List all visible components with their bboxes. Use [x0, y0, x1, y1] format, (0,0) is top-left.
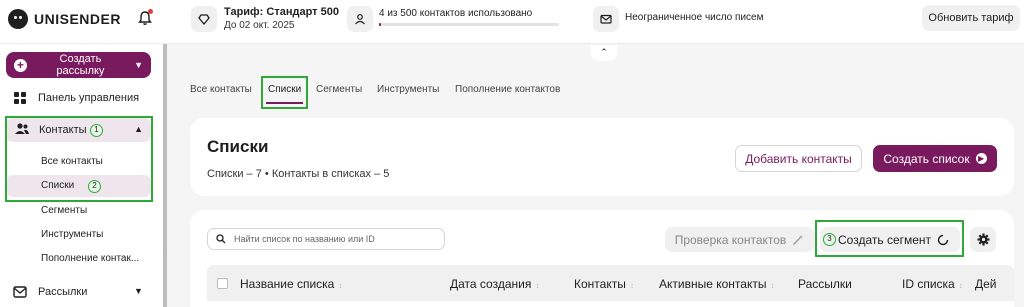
contacts-usage-chip[interactable] — [347, 6, 373, 32]
grid-icon — [12, 90, 28, 106]
sort-icon: ↕ — [958, 281, 963, 290]
sidebar-sub-tools[interactable]: Инструменты — [41, 229, 103, 240]
chevron-down-icon: ▼ — [134, 60, 143, 70]
tab-all-contacts[interactable]: Все контакты — [190, 84, 252, 95]
sort-icon: ↕ — [629, 281, 634, 290]
add-contacts-button[interactable]: Добавить контакты — [735, 145, 862, 172]
chevron-down-icon: ▼ — [134, 286, 143, 296]
sidebar-item-label: Рассылки — [38, 286, 88, 298]
logo-icon — [8, 9, 28, 29]
check-contacts-button[interactable]: Проверка контактов — [665, 227, 814, 252]
tab-tools[interactable]: Инструменты — [377, 84, 439, 95]
column-header-active-contacts[interactable]: Активные контакты ↕ — [659, 277, 774, 291]
annotation-highlight-contacts — [5, 116, 153, 202]
arrow-right-icon: ▶ — [975, 153, 987, 164]
column-label: Активные контакты — [659, 277, 767, 291]
logo[interactable]: UNISENDER — [8, 9, 121, 29]
tariff-title[interactable]: Тариф: Стандарт 500 — [224, 6, 339, 18]
column-header-contacts[interactable]: Контакты ↕ — [574, 277, 634, 291]
column-header-name[interactable]: Название списка ↕ — [240, 277, 342, 291]
logo-text: UNISENDER — [34, 11, 121, 27]
sidebar-item-dashboard[interactable]: Панель управления — [12, 90, 139, 106]
search-input[interactable] — [234, 234, 424, 244]
person-icon — [355, 14, 365, 25]
column-label: Контакты — [574, 277, 626, 291]
step-badge-2: 2 — [88, 180, 101, 193]
sidebar-item-label: Панель управления — [38, 92, 140, 104]
step-badge-1: 1 — [90, 124, 103, 137]
select-all-checkbox[interactable] — [217, 278, 228, 289]
contacts-usage-fill — [379, 23, 381, 26]
annotation-highlight-lists-tab — [261, 76, 308, 109]
tab-replenish[interactable]: Пополнение контактов — [455, 84, 560, 95]
column-header-mailings[interactable]: Рассылки — [798, 277, 852, 291]
column-label: Дей — [975, 277, 997, 291]
page-title: Списки — [207, 137, 269, 156]
column-label: Название списка — [240, 277, 335, 291]
contacts-usage-text: 4 из 500 контактов использовано — [379, 8, 533, 19]
tariff-icon-chip[interactable] — [191, 6, 217, 32]
sidebar-item-mailings[interactable]: Рассылки — [12, 284, 87, 300]
sort-icon: ↕ — [535, 281, 540, 290]
upgrade-plan-button[interactable]: Обновить тариф — [922, 5, 1020, 31]
notification-dot — [148, 9, 153, 14]
column-label: Дата создания — [450, 277, 532, 291]
collapse-header-button[interactable]: ⌃ — [591, 45, 617, 61]
create-list-button[interactable]: Создать список ▶ — [873, 145, 997, 172]
search-icon — [216, 234, 226, 244]
check-contacts-label: Проверка контактов — [674, 232, 787, 247]
tariff-expiry: До 02 окт. 2025 — [224, 20, 295, 31]
mail-limit-chip[interactable] — [593, 6, 619, 32]
gear-icon — [977, 233, 989, 246]
create-mailing-label: Создать рассылку — [56, 53, 105, 77]
step-badge-3: 3 — [823, 233, 836, 246]
diamond-icon — [198, 14, 210, 25]
magic-wand-icon — [793, 234, 804, 245]
sort-icon: ↕ — [770, 281, 775, 290]
lists-summary: Списки – 7 • Контакты в списках – 5 — [207, 168, 390, 180]
table-settings-button[interactable] — [970, 227, 996, 252]
column-label: ID списка — [902, 277, 955, 291]
top-bar: UNISENDER Тариф: Стандарт 500 До 02 окт.… — [0, 0, 1024, 44]
column-header-created[interactable]: Дата создания ↕ — [450, 277, 539, 291]
column-header-actions: Дей — [975, 277, 997, 291]
create-list-label: Создать список — [883, 151, 970, 166]
envelope-icon — [600, 14, 612, 24]
create-mailing-button[interactable]: + Создать рассылку ▼ — [6, 52, 151, 78]
contacts-usage-bar — [379, 23, 559, 26]
mail-icon — [12, 284, 28, 300]
annotation-highlight-create-segment — [815, 220, 964, 257]
plus-icon: + — [14, 58, 27, 72]
sort-icon: ↕ — [338, 281, 343, 290]
mail-limit-text: Неограниченное число писем — [625, 12, 764, 23]
column-header-list-id[interactable]: ID списка ↕ — [902, 277, 963, 291]
tab-segments[interactable]: Сегменты — [316, 84, 362, 95]
sidebar-sub-replenish[interactable]: Пополнение контак... — [41, 253, 139, 264]
column-label: Рассылки — [798, 277, 852, 291]
sidebar-sub-segments[interactable]: Сегменты — [41, 205, 87, 216]
search-box[interactable] — [207, 228, 445, 250]
